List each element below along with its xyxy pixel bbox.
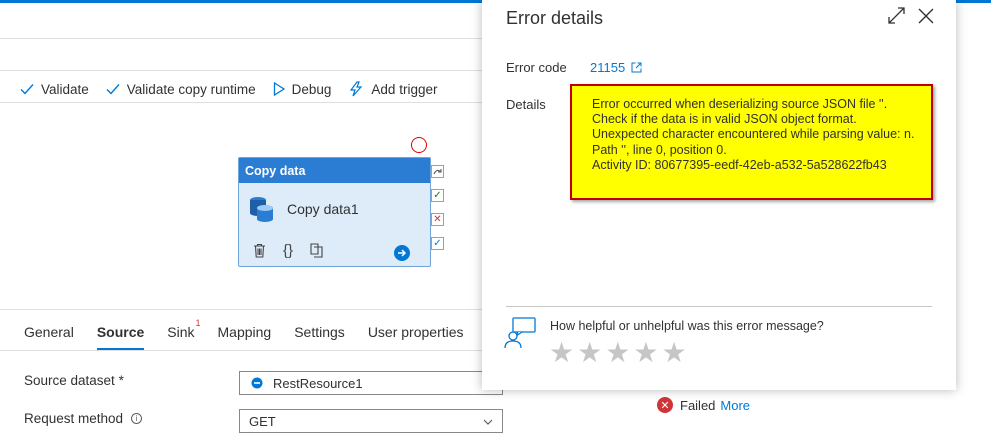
code-braces-icon[interactable]: {} [283,242,293,259]
status-text: Failed [680,397,716,413]
success-port-icon[interactable]: ✓ [431,189,444,202]
completion-port-icon[interactable]: ✓ [431,237,444,250]
toolbar-top-divider [0,70,482,71]
error-code-link[interactable]: 21155 [590,60,642,75]
source-dataset-label-text: Source dataset [24,373,115,388]
feedback-icon [504,317,538,352]
tabs-divider [0,350,482,351]
failed-icon: ✕ [657,397,673,413]
header-divider [0,38,482,39]
lightning-icon [350,81,363,97]
tab-user-properties[interactable]: User properties [368,324,464,340]
close-icon[interactable] [918,8,934,24]
dataset-icon [251,377,263,389]
skip-port-icon[interactable] [431,165,444,178]
details-label: Details [506,97,546,112]
tab-source[interactable]: Source [96,324,145,350]
error-indicator-icon [411,137,427,153]
star-4-icon[interactable]: ★ [633,339,658,367]
info-icon[interactable]: i [130,413,142,424]
details-line: Activity ID: 80677395-eedf-42eb-a532-5a5… [592,157,887,172]
database-icon [250,197,273,222]
details-line: Error occurred when deserializing source… [592,97,888,111]
play-icon [273,82,285,96]
run-status: ✕ Failed More [657,397,750,413]
more-link[interactable]: More [720,398,750,413]
activity-name: Copy data1 [287,201,359,217]
source-dataset-select[interactable]: RestResource1 [239,371,503,395]
add-trigger-button[interactable]: Add trigger [348,81,437,97]
source-dataset-label: Source dataset * [24,373,124,388]
details-line: Path '', line 0, position 0. [592,142,727,157]
sink-error-badge: 1 [195,318,201,328]
canvas-bottom-divider [0,309,482,310]
details-line: Check if the data is in valid JSON objec… [592,112,857,127]
error-code-label: Error code [506,60,567,75]
panel-title: Error details [506,8,604,28]
tab-settings[interactable]: Settings [294,324,345,340]
error-details-message: Error occurred when deserializing source… [570,84,933,200]
copy-data-activity[interactable]: Copy data Copy data1 {} [238,157,431,267]
request-method-select[interactable]: GET [239,409,503,433]
checkmark-icon [20,84,34,95]
copy-icon[interactable] [310,243,323,258]
request-method-value: GET [249,413,276,429]
star-5-icon[interactable]: ★ [661,339,686,367]
debug-button[interactable]: Debug [273,81,332,97]
debug-label: Debug [291,81,332,97]
activity-type-label: Copy data [239,158,430,183]
star-3-icon[interactable]: ★ [605,339,630,367]
tab-sink[interactable]: Sink 1 [167,318,200,340]
tab-general[interactable]: General [24,324,74,340]
validate-button[interactable]: Validate [20,82,89,97]
request-method-label-text: Request method [24,411,124,426]
rating-stars: ★ ★ ★ ★ ★ [549,339,690,367]
external-link-icon [631,62,642,73]
expand-icon[interactable] [888,7,905,24]
feedback-divider [506,306,932,307]
validate-label: Validate [41,81,89,97]
validate-copy-runtime-label: Validate copy runtime [126,81,256,97]
add-trigger-label: Add trigger [371,81,438,97]
required-mark: * [118,373,124,388]
arrow-right-icon[interactable] [394,245,410,261]
source-dataset-value: RestResource1 [273,375,363,391]
properties-tabs: General Source Sink 1 Mapping Settings Us… [24,318,487,350]
error-code-value: 21155 [590,60,626,75]
details-line: Unexpected character encountered while p… [592,127,915,142]
pipeline-toolbar: Validate Validate copy runtime Debug Add… [20,78,454,100]
activity-output-ports: ✓ ✕ ✓ [431,165,444,261]
chevron-down-icon [483,419,493,425]
star-1-icon[interactable]: ★ [549,339,574,367]
error-details-panel: Error details Error code 21155 Details E… [482,0,956,390]
delete-icon[interactable] [253,243,266,258]
tab-sink-label: Sink [167,324,195,340]
tab-mapping[interactable]: Mapping [218,324,272,340]
star-2-icon[interactable]: ★ [577,339,602,367]
checkmark-icon [106,84,120,95]
feedback-question: How helpful or unhelpful was this error … [550,319,824,333]
failure-port-icon[interactable]: ✕ [431,213,444,226]
validate-copy-runtime-button[interactable]: Validate copy runtime [106,82,256,97]
request-method-label: Request method i [24,411,142,426]
